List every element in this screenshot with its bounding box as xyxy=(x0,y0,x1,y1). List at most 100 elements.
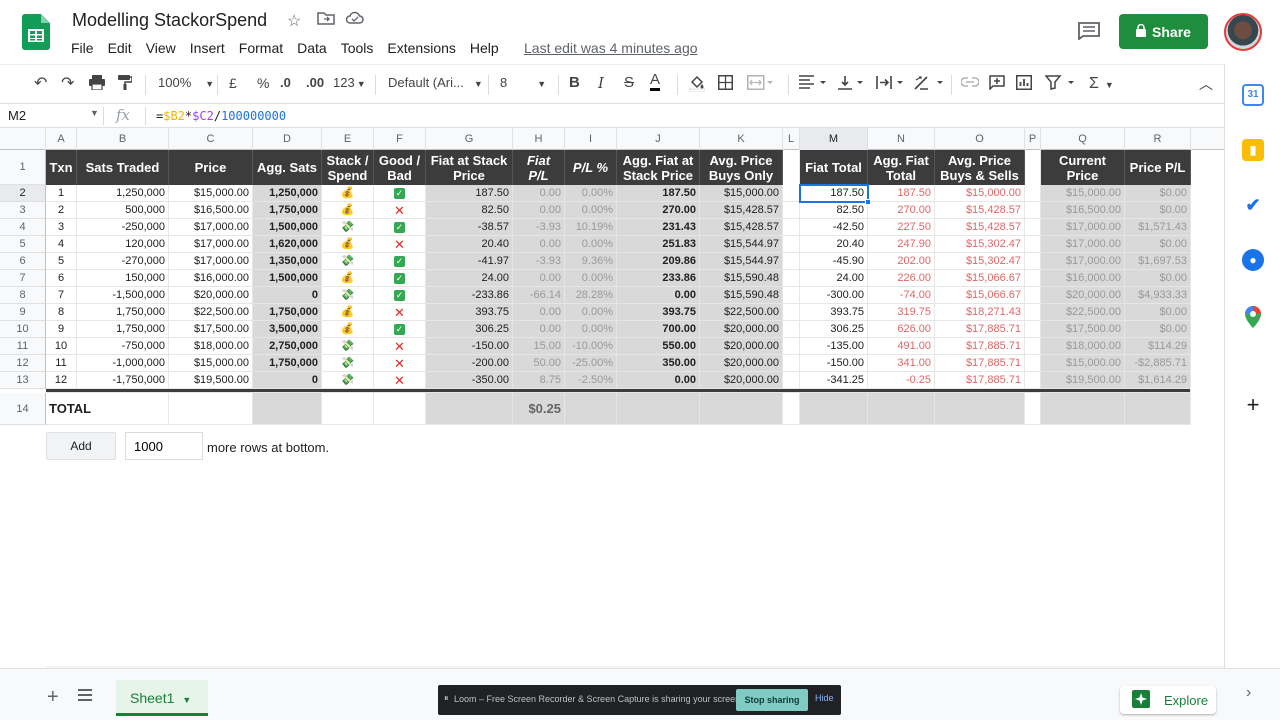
row-header-6[interactable]: 6 xyxy=(0,253,46,270)
cell-q11[interactable]: $18,000.00 xyxy=(1041,338,1125,355)
cell-n4[interactable]: 227.50 xyxy=(868,219,935,236)
cell-m10[interactable]: 306.25 xyxy=(800,321,868,338)
name-box[interactable]: M2 ▼ xyxy=(8,108,99,123)
header-cell-d[interactable]: Agg. Sats xyxy=(253,150,322,185)
cell-m4[interactable]: -42.50 xyxy=(800,219,868,236)
text-wrap-icon[interactable] xyxy=(876,75,904,93)
cell-i6[interactable]: 9.36% xyxy=(565,253,617,270)
add-addon-icon[interactable]: + xyxy=(1242,394,1264,416)
cell-l5[interactable] xyxy=(783,236,800,253)
cell-f8[interactable]: ✓ xyxy=(374,287,426,304)
cell-i4[interactable]: 10.19% xyxy=(565,219,617,236)
keep-icon[interactable]: ▮ xyxy=(1242,139,1264,161)
row-header-2[interactable]: 2 xyxy=(0,185,46,202)
cell-i3[interactable]: 0.00% xyxy=(565,202,617,219)
cell-c3[interactable]: $16,500.00 xyxy=(169,202,253,219)
cell-m7[interactable]: 24.00 xyxy=(800,270,868,287)
cell-n8[interactable]: -74.00 xyxy=(868,287,935,304)
cell-h6[interactable]: -3.93 xyxy=(513,253,565,270)
cell-l2[interactable] xyxy=(783,185,800,202)
row-header-8[interactable]: 8 xyxy=(0,287,46,304)
cell-h4[interactable]: -3.93 xyxy=(513,219,565,236)
cell-g7[interactable]: 24.00 xyxy=(426,270,513,287)
cell-g12[interactable]: -200.00 xyxy=(426,355,513,372)
cell-q8[interactable]: $20,000.00 xyxy=(1041,287,1125,304)
cell-g5[interactable]: 20.40 xyxy=(426,236,513,253)
cell-r3[interactable]: $0.00 xyxy=(1125,202,1191,219)
cell-m2[interactable]: 187.50 xyxy=(800,185,868,202)
column-header-d[interactable]: D xyxy=(253,128,322,150)
cell-r4[interactable]: $1,571.43 xyxy=(1125,219,1191,236)
cell-a7[interactable]: 6 xyxy=(46,270,77,287)
cell-h8[interactable]: -66.14 xyxy=(513,287,565,304)
row-header-1[interactable]: 1 xyxy=(0,150,46,185)
cell-m13[interactable]: -341.25 xyxy=(800,372,868,389)
insert-chart-icon[interactable] xyxy=(1016,75,1032,93)
menu-edit[interactable]: Edit xyxy=(101,40,139,58)
cell-b11[interactable]: -750,000 xyxy=(77,338,169,355)
cell-i11[interactable]: -10.00% xyxy=(565,338,617,355)
header-cell-q[interactable]: Current Price xyxy=(1041,150,1125,185)
row-header-4[interactable]: 4 xyxy=(0,219,46,236)
cell-p4[interactable] xyxy=(1025,219,1041,236)
row-header-7[interactable]: 7 xyxy=(0,270,46,287)
cell-f13[interactable]: ✕ xyxy=(374,372,426,389)
cell-l7[interactable] xyxy=(783,270,800,287)
cell-n3[interactable]: 270.00 xyxy=(868,202,935,219)
cell-f10[interactable]: ✓ xyxy=(374,321,426,338)
cell-a11[interactable]: 10 xyxy=(46,338,77,355)
cell-e6[interactable]: 💸 xyxy=(322,253,374,270)
cell-f2[interactable]: ✓ xyxy=(374,185,426,202)
cell-r6[interactable]: $1,697.53 xyxy=(1125,253,1191,270)
functions-icon[interactable]: Σ ▼ xyxy=(1089,75,1114,93)
cell-j2[interactable]: 187.50 xyxy=(617,185,700,202)
column-header-m[interactable]: M xyxy=(800,128,868,150)
cell-e11[interactable]: 💸 xyxy=(322,338,374,355)
menu-extensions[interactable]: Extensions xyxy=(380,40,462,58)
cell-h12[interactable]: 50.00 xyxy=(513,355,565,372)
cell-k7[interactable]: $15,590.48 xyxy=(700,270,783,287)
total-cell-d[interactable] xyxy=(253,393,322,425)
header-cell-o[interactable]: Avg. Price Buys & Sells xyxy=(935,150,1025,185)
cell-o12[interactable]: $17,885.71 xyxy=(935,355,1025,372)
total-cell-c[interactable] xyxy=(169,393,253,425)
cell-p10[interactable] xyxy=(1025,321,1041,338)
cell-l3[interactable] xyxy=(783,202,800,219)
stop-sharing-button[interactable]: Stop sharing xyxy=(736,689,808,711)
cell-e3[interactable]: 💰 xyxy=(322,202,374,219)
cell-q5[interactable]: $17,000.00 xyxy=(1041,236,1125,253)
cell-f4[interactable]: ✓ xyxy=(374,219,426,236)
cell-p8[interactable] xyxy=(1025,287,1041,304)
formula-input[interactable]: =$B2*$C2/100000000 xyxy=(156,109,286,123)
last-edit-link[interactable]: Last edit was 4 minutes ago xyxy=(524,40,698,56)
menu-help[interactable]: Help xyxy=(463,40,506,58)
cell-p2[interactable] xyxy=(1025,185,1041,202)
fill-handle[interactable] xyxy=(865,199,871,205)
header-cell-h[interactable]: Fiat P/L xyxy=(513,150,565,185)
font-size-select[interactable]: 8 ▼ xyxy=(500,75,546,90)
cell-n6[interactable]: 202.00 xyxy=(868,253,935,270)
move-folder-icon[interactable] xyxy=(317,11,335,30)
cell-h2[interactable]: 0.00 xyxy=(513,185,565,202)
cell-k13[interactable]: $20,000.00 xyxy=(700,372,783,389)
total-cell-i[interactable] xyxy=(565,393,617,425)
cell-m3[interactable]: 82.50 xyxy=(800,202,868,219)
row-header-13[interactable]: 13 xyxy=(0,372,46,389)
cell-d6[interactable]: 1,350,000 xyxy=(253,253,322,270)
fill-color-icon[interactable] xyxy=(688,75,706,95)
menu-insert[interactable]: Insert xyxy=(183,40,232,58)
select-all-corner[interactable] xyxy=(0,128,46,150)
row-header-11[interactable]: 11 xyxy=(0,338,46,355)
total-cell-n[interactable] xyxy=(868,393,935,425)
cell-n12[interactable]: 341.00 xyxy=(868,355,935,372)
cell-a12[interactable]: 11 xyxy=(46,355,77,372)
cell-h11[interactable]: 15.00 xyxy=(513,338,565,355)
cell-n5[interactable]: 247.90 xyxy=(868,236,935,253)
cell-d2[interactable]: 1,250,000 xyxy=(253,185,322,202)
cell-i2[interactable]: 0.00% xyxy=(565,185,617,202)
cell-k11[interactable]: $20,000.00 xyxy=(700,338,783,355)
cell-r5[interactable]: $0.00 xyxy=(1125,236,1191,253)
cell-n13[interactable]: -0.25 xyxy=(868,372,935,389)
cell-j13[interactable]: 0.00 xyxy=(617,372,700,389)
cell-j4[interactable]: 231.43 xyxy=(617,219,700,236)
